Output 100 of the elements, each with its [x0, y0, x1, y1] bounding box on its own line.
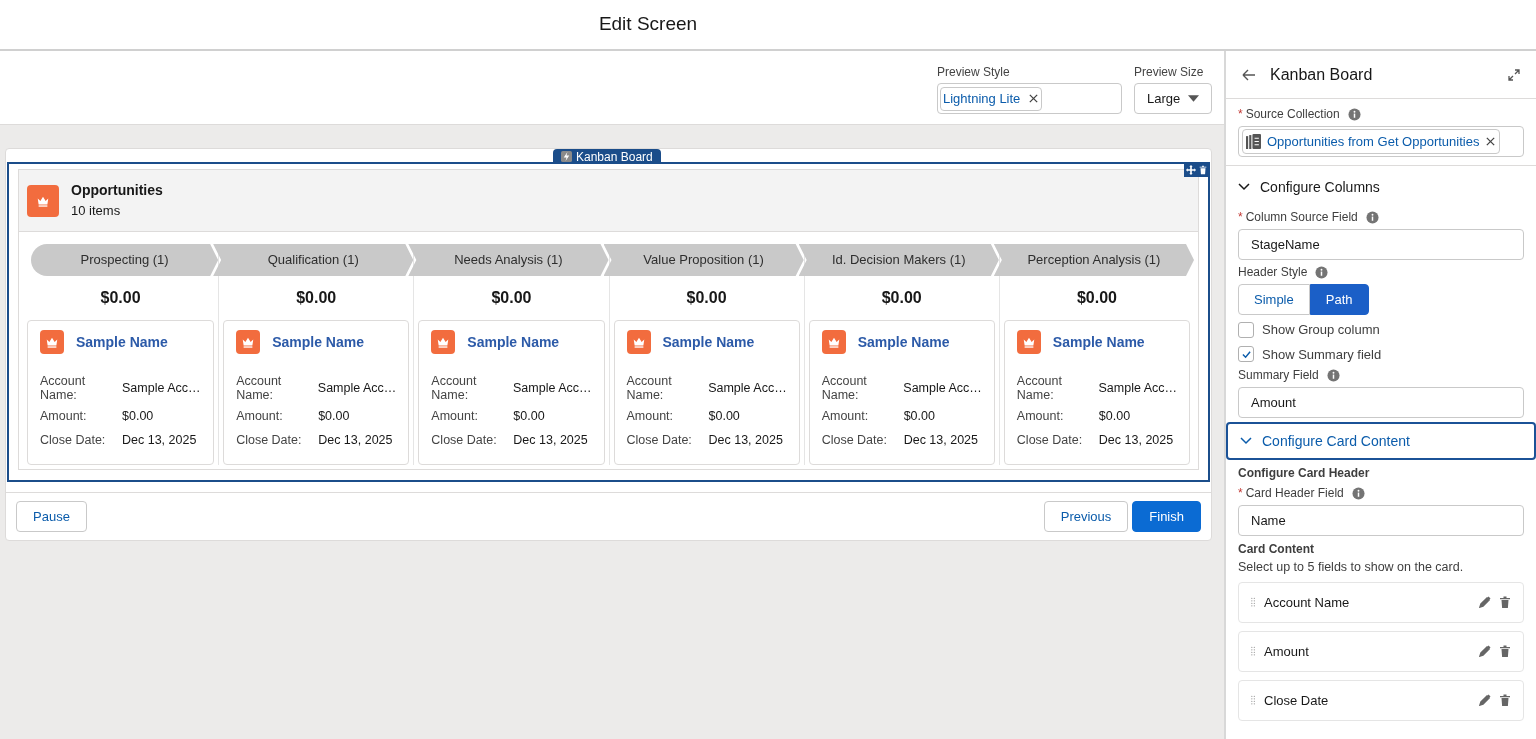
subsection-heading: Card Content	[1238, 541, 1315, 558]
summary-amount: $0.00	[99, 288, 142, 308]
field-label: Close Date:	[236, 433, 303, 448]
kanban-card[interactable]: Sample Name Account Name: Sample Acc… Amount: $0.00 Close Date: Dec 13, 2025	[613, 320, 800, 465]
item-count: 10 items	[71, 202, 122, 221]
text-field[interactable]: Amount	[1238, 387, 1524, 418]
drag-handle-icon[interactable]	[1251, 694, 1256, 706]
pill[interactable]: Lightning Lite	[940, 86, 1043, 111]
field-label: Preview Style	[937, 64, 1011, 81]
summary-amount: $0.00	[490, 288, 533, 308]
path-stage: Id. Decision Makers (1)	[798, 244, 999, 276]
kanban-card[interactable]: Sample Name Account Name: Sample Acc… Amount: $0.00 Close Date: Dec 13, 2025	[808, 320, 995, 465]
field-value: $0.00	[903, 408, 935, 425]
field-label: Account Name:	[821, 374, 868, 402]
required-mark: *	[1238, 485, 1243, 502]
section-header[interactable]: Configure Card Content	[1226, 422, 1536, 460]
field-label: Amount:	[1016, 409, 1065, 424]
preview-style-field[interactable]: Lightning Lite	[937, 83, 1122, 114]
field-value: Dec 13, 2025	[1098, 431, 1174, 449]
card-title-link[interactable]: Sample Name	[1052, 331, 1145, 353]
drag-handle-icon[interactable]	[1251, 645, 1256, 657]
back-arrow-icon[interactable]	[1242, 68, 1256, 81]
path-stage: Prospecting (1)	[31, 244, 219, 276]
checkbox[interactable]	[1238, 346, 1254, 363]
trash-icon[interactable]	[1198, 164, 1208, 175]
text-field[interactable]: StageName	[1238, 229, 1524, 260]
required-mark: *	[1238, 209, 1243, 226]
dropdown-icon	[1188, 95, 1199, 102]
card-title-link[interactable]: Sample Name	[272, 331, 364, 353]
segment-button[interactable]: Simple	[1238, 284, 1310, 315]
field-name: Account Name	[1264, 593, 1351, 612]
crown-icon	[821, 330, 846, 354]
lightning-icon	[561, 151, 572, 162]
card-field-item[interactable]: Account Name	[1238, 581, 1524, 623]
card-title-link[interactable]: Sample Name	[857, 331, 950, 353]
card-title-link[interactable]: Sample Name	[662, 331, 755, 353]
info-icon[interactable]	[1347, 107, 1361, 121]
pill[interactable]: Opportunities from Get Opportunities	[1242, 129, 1501, 154]
summary-amount: $0.00	[1075, 288, 1118, 308]
primary-button[interactable]: Finish	[1132, 501, 1201, 532]
summary-amount: $0.00	[880, 288, 923, 308]
field-label: Account Name:	[626, 374, 673, 402]
check-icon	[1241, 349, 1251, 359]
field-label: Amount:	[40, 409, 88, 424]
section-header[interactable]: Configure Columns	[1226, 168, 1536, 206]
kanban-card[interactable]: Sample Name Account Name: Sample Acc… Amount: $0.00 Close Date: Dec 13, 2025	[1003, 320, 1190, 465]
component-frame[interactable]	[7, 162, 1210, 482]
kanban-card[interactable]: Sample Name Account Name: Sample Acc… Amount: $0.00 Close Date: Dec 13, 2025	[223, 320, 410, 465]
card-title-link[interactable]: Sample Name	[76, 331, 168, 353]
kanban-card[interactable]: Sample Name Account Name: Sample Acc… Amount: $0.00 Close Date: Dec 13, 2025	[418, 320, 605, 465]
info-icon[interactable]	[1315, 265, 1329, 279]
field-label: Close Date:	[626, 433, 693, 448]
chevron-icon	[1240, 435, 1252, 447]
crown-icon	[40, 330, 64, 354]
field-label: Amount:	[431, 409, 479, 424]
info-icon[interactable]	[1326, 368, 1340, 382]
field-value: Sample Acc…	[1098, 379, 1177, 397]
trash-icon[interactable]	[1499, 694, 1511, 707]
info-icon[interactable]	[1351, 486, 1365, 500]
info-icon[interactable]	[1365, 210, 1379, 224]
secondary-button[interactable]: Previous	[1043, 501, 1129, 532]
field-label: Summary Field	[1238, 367, 1319, 384]
field-label: Amount:	[821, 409, 870, 424]
collection-icon	[1246, 134, 1261, 149]
field-value: $0.00	[1098, 408, 1131, 425]
close-icon[interactable]	[1028, 93, 1040, 104]
field-value: Dec 13, 2025	[122, 431, 197, 449]
close-icon[interactable]	[1485, 136, 1497, 147]
crown-icon	[431, 330, 456, 354]
field-value: Sample Acc…	[513, 379, 592, 397]
pencil-icon[interactable]	[1479, 596, 1491, 609]
card-field-item[interactable]: Amount	[1238, 630, 1524, 672]
crown-icon	[626, 330, 651, 354]
pencil-icon[interactable]	[1479, 645, 1491, 658]
card-title-link[interactable]: Sample Name	[467, 331, 560, 353]
pencil-icon[interactable]	[1479, 694, 1491, 707]
move-icon[interactable]	[1186, 164, 1196, 175]
trash-icon[interactable]	[1499, 596, 1511, 609]
field-value: $0.00	[708, 408, 740, 425]
source-collection-field[interactable]: Opportunities from Get Opportunities	[1238, 126, 1524, 157]
kanban-card[interactable]: Sample Name Account Name: Sample Acc… Amount: $0.00 Close Date: Dec 13, 2025	[27, 320, 215, 465]
panel-title: Kanban Board	[1270, 64, 1374, 85]
card-field-item[interactable]: Close Date	[1238, 679, 1524, 721]
segment-button[interactable]: Path	[1309, 284, 1369, 315]
trash-icon[interactable]	[1499, 645, 1511, 658]
checkbox[interactable]	[1238, 321, 1254, 338]
field-label: Account Name:	[236, 374, 283, 402]
field-value: Dec 13, 2025	[318, 431, 393, 449]
crown-icon	[236, 330, 261, 354]
checkbox-label: Show Group column	[1262, 321, 1380, 339]
text-field[interactable]: Name	[1238, 505, 1524, 536]
secondary-button[interactable]: Pause	[16, 501, 87, 532]
field-label: Account Name:	[431, 374, 478, 402]
preview-size-select[interactable]: Large	[1134, 83, 1212, 114]
field-value: Sample Acc…	[122, 379, 201, 397]
field-value: Dec 13, 2025	[903, 431, 978, 449]
page-title: Edit Screen	[598, 12, 698, 37]
expand-icon[interactable]	[1508, 68, 1520, 81]
field-label: Close Date:	[821, 433, 888, 448]
drag-handle-icon[interactable]	[1251, 596, 1256, 608]
